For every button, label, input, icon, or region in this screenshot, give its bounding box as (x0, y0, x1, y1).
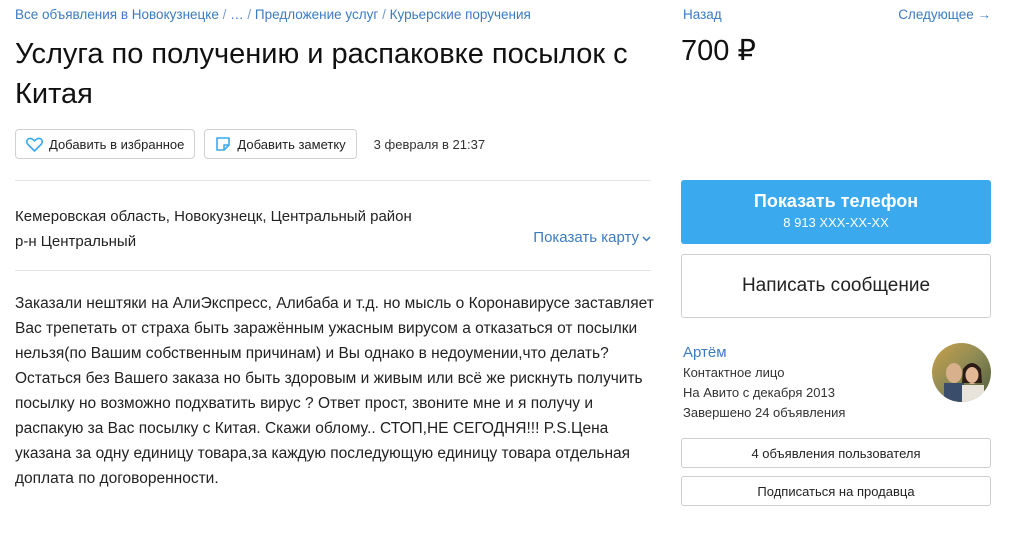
seller-info: Артём Контактное лицо На Авито с декабря… (683, 343, 991, 423)
divider (15, 270, 651, 271)
action-buttons: Добавить в избранное Добавить заметку 3 … (15, 129, 485, 159)
add-note-button[interactable]: Добавить заметку (204, 129, 357, 159)
user-ads-label: 4 объявления пользователя (751, 445, 921, 461)
add-to-favorites-button[interactable]: Добавить в избранное (15, 129, 196, 159)
page-title: Услуга по получению и распаковке посылок… (15, 38, 628, 110)
district-text: р-н Центральный (15, 233, 137, 250)
back-link[interactable]: Назад (683, 7, 722, 22)
posted-date: 3 февраля в 21:37 (373, 136, 486, 152)
breadcrumb-ellipsis[interactable]: … (230, 7, 244, 22)
breadcrumb-all-ads[interactable]: Все объявления в Новокузнецке (15, 7, 219, 22)
subscribe-seller-label: Подписаться на продавца (757, 483, 915, 499)
seller-name-link[interactable]: Артём (683, 344, 727, 361)
phone-number-masked: 8 913 XXX-XX-XX (783, 215, 889, 230)
user-ads-button[interactable]: 4 объявления пользователя (681, 438, 991, 468)
heart-icon (26, 137, 43, 152)
breadcrumb-separator: / (247, 7, 252, 22)
seller-completed-count: Завершено 24 объявления (683, 405, 846, 420)
show-map-label: Показать карту (533, 229, 639, 246)
breadcrumb-services[interactable]: Предложение услуг (255, 7, 378, 22)
next-link[interactable]: Следующее → (898, 7, 991, 22)
show-phone-label: Показать телефон (753, 191, 919, 211)
breadcrumb-courier[interactable]: Курьерские поручения (390, 7, 531, 22)
price: 700 ₽ (681, 35, 756, 67)
avatar[interactable] (932, 343, 991, 402)
show-map-link[interactable]: Показать карту (533, 229, 651, 246)
divider (15, 180, 651, 181)
note-icon (215, 136, 231, 152)
show-phone-button[interactable]: Показать телефон 8 913 XXX-XX-XX (681, 180, 991, 244)
chevron-down-icon (642, 229, 651, 246)
breadcrumb-separator: / (222, 7, 227, 22)
listing-description: Заказали нештяки на АлиЭкспресс, Алибаба… (15, 295, 654, 487)
breadcrumb-separator: / (382, 7, 386, 22)
breadcrumb: Все объявления в Новокузнецке / … / Пред… (15, 7, 531, 22)
location-block: Кемеровская область, Новокузнецк, Центра… (15, 204, 412, 254)
address-text: Кемеровская область, Новокузнецк, Центра… (15, 208, 412, 225)
add-to-favorites-label: Добавить в избранное (49, 136, 185, 152)
write-message-label: Написать сообщение (741, 275, 931, 296)
write-message-button[interactable]: Написать сообщение (681, 254, 991, 318)
subscribe-seller-button[interactable]: Подписаться на продавца (681, 476, 991, 506)
add-note-label: Добавить заметку (237, 136, 346, 152)
